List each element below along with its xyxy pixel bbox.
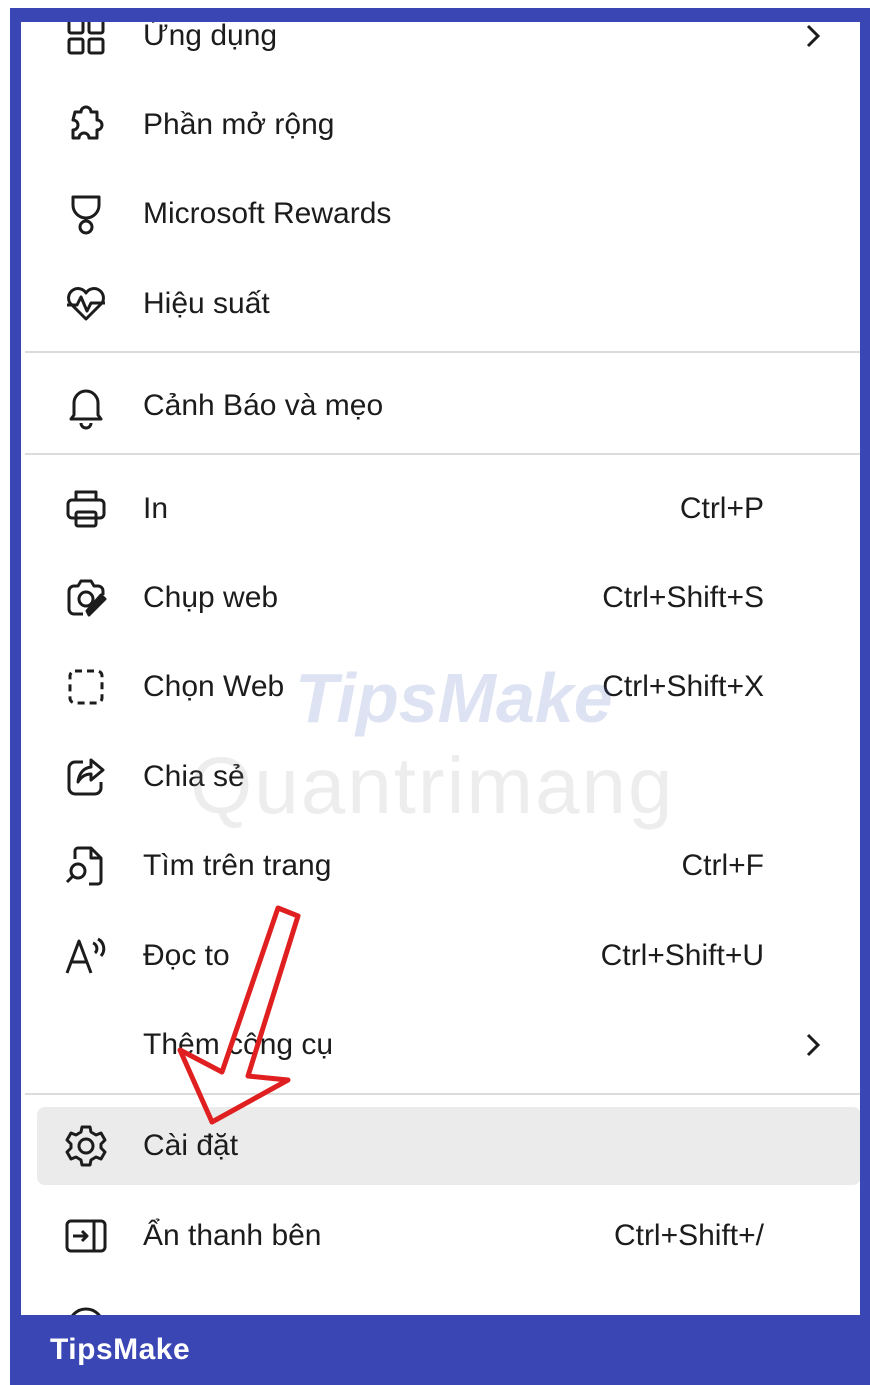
screenshot-frame: Ứng dụng Phần mở rộng Microsoft Rewards … [0, 0, 870, 1385]
menu-item-shortcut: Ctrl+Shift+X [602, 670, 764, 703]
annotation-arrow [177, 905, 301, 1125]
menu-item-extensions[interactable]: Phần mở rộng [21, 85, 860, 165]
menu-item-label: In [143, 492, 169, 525]
menu-item-shortcut: Ctrl+Shift+/ [613, 1219, 764, 1252]
menu-item-settings[interactable]: Cài đặt [21, 1106, 860, 1186]
apps-icon [61, 22, 111, 61]
web-capture-icon [61, 573, 111, 623]
frame-border-top [10, 8, 870, 22]
menu-divider [25, 1093, 860, 1095]
menu-item-shortcut: Ctrl+F [681, 849, 765, 882]
hide-sidebar-icon [61, 1211, 111, 1261]
menu-item-label: Chọn Web [143, 670, 285, 703]
bell-icon [61, 381, 111, 431]
menu-item-label: Tìm trên trang [143, 849, 332, 882]
menu-item-rewards[interactable]: Microsoft Rewards [21, 174, 860, 254]
trophy-icon [61, 189, 111, 239]
menu-item-more-tools[interactable]: Thêm công cụ [21, 1005, 860, 1085]
menu-item-apps[interactable]: Ứng dụng [21, 22, 860, 76]
heart-pulse-icon [61, 279, 111, 329]
menu-item-label: Ẩn thanh bên [143, 1219, 322, 1252]
menu-item-performance[interactable]: Hiệu suất [21, 264, 860, 344]
chevron-right-icon [806, 1033, 821, 1057]
watermark-tipsmake: TipsMake [295, 659, 613, 737]
web-select-icon [61, 662, 111, 712]
menu-item-shortcut: Ctrl+Shift+S [602, 581, 764, 614]
menu-divider [25, 453, 860, 455]
menu-item-label: Hiệu suất [143, 287, 270, 320]
frame-border-right [860, 8, 870, 1318]
share-icon [61, 752, 111, 802]
find-on-page-icon [61, 841, 111, 891]
menu-item-read-aloud[interactable]: Đọc to Ctrl+Shift+U [21, 916, 860, 996]
edge-settings-menu: Ứng dụng Phần mở rộng Microsoft Rewards … [21, 22, 860, 1318]
footer-brand: TipsMake [50, 1333, 191, 1366]
menu-item-print[interactable]: In Ctrl+P [21, 469, 860, 549]
chevron-right-icon [806, 24, 821, 48]
gear-icon [61, 1121, 111, 1171]
menu-item-label: Ứng dụng [143, 22, 278, 52]
menu-divider [25, 351, 860, 353]
menu-item-find-on-page[interactable]: Tìm trên trang Ctrl+F [21, 826, 860, 906]
menu-item-alerts-tips[interactable]: Cảnh Báo và mẹo [21, 366, 860, 446]
printer-icon [61, 484, 111, 534]
menu-item-shortcut: Ctrl+P [679, 492, 764, 525]
watermark-quantrimang: Quantrimang [190, 741, 675, 830]
menu-item-label: Cài đặt [143, 1129, 239, 1162]
frame-border-left [10, 8, 21, 1318]
menu-item-partial[interactable] [21, 1286, 860, 1318]
menu-item-label: Cảnh Báo và mẹo [143, 389, 384, 422]
puzzle-icon [61, 100, 111, 150]
menu-item-shortcut: Ctrl+Shift+U [600, 939, 764, 972]
menu-item-web-capture[interactable]: Chụp web Ctrl+Shift+S [21, 558, 860, 638]
menu-item-label: Chụp web [143, 581, 279, 614]
menu-item-hide-sidebar[interactable]: Ẩn thanh bên Ctrl+Shift+/ [21, 1196, 860, 1276]
footer-bar: TipsMake [10, 1315, 870, 1385]
menu-item-label: Phần mở rộng [143, 108, 335, 141]
read-aloud-icon [61, 931, 111, 981]
menu-item-label: Microsoft Rewards [143, 197, 392, 230]
